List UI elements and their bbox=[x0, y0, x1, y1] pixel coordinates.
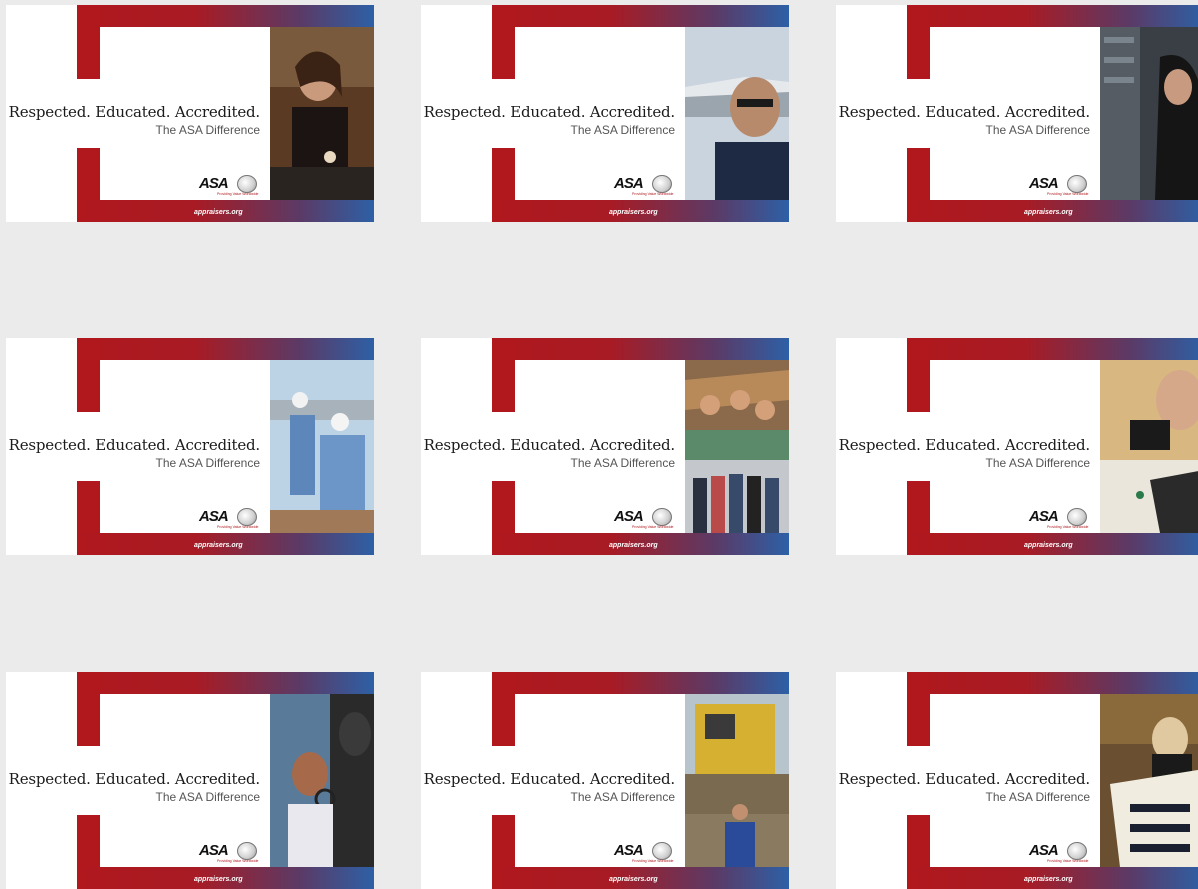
image-card-3[interactable]: Respected. Educated. Accredited. The ASA… bbox=[836, 5, 1198, 222]
logo-text: ASA bbox=[199, 842, 229, 859]
logo-tagline: Providing Value Worldwide bbox=[217, 859, 259, 863]
card-photo bbox=[270, 694, 374, 867]
frame-top-bar bbox=[492, 338, 789, 360]
card-url: appraisers.org bbox=[1024, 876, 1073, 883]
card-photo bbox=[1100, 27, 1198, 200]
asa-logo: ASA Providing Value Worldwide bbox=[1029, 842, 1091, 864]
logo-text: ASA bbox=[199, 175, 229, 192]
globe-icon bbox=[652, 175, 672, 193]
frame-top-bar bbox=[492, 5, 789, 27]
logo-text: ASA bbox=[199, 508, 229, 525]
logo-tagline: Providing Value Worldwide bbox=[1047, 859, 1089, 863]
globe-icon bbox=[652, 842, 672, 860]
frame-left-top-bar bbox=[77, 5, 100, 79]
frame-left-top-bar bbox=[77, 672, 100, 746]
frame-left-top-bar bbox=[77, 338, 100, 412]
card-photo bbox=[685, 694, 789, 867]
logo-tagline: Providing Value Worldwide bbox=[217, 192, 259, 196]
frame-left-top-bar bbox=[492, 672, 515, 746]
card-photo bbox=[685, 27, 789, 200]
frame-left-top-bar bbox=[907, 5, 930, 79]
logo-text: ASA bbox=[1029, 175, 1059, 192]
image-card-8[interactable]: Respected. Educated. Accredited. The ASA… bbox=[421, 672, 789, 889]
card-photo bbox=[685, 360, 789, 533]
card-subline: The ASA Difference bbox=[155, 456, 260, 470]
image-card-7[interactable]: Respected. Educated. Accredited. The ASA… bbox=[6, 672, 374, 889]
frame-top-bar bbox=[907, 5, 1198, 27]
logo-text: ASA bbox=[614, 175, 644, 192]
logo-tagline: Providing Value Worldwide bbox=[632, 525, 674, 529]
image-card-4[interactable]: Respected. Educated. Accredited. The ASA… bbox=[6, 338, 374, 555]
asa-logo: ASA Providing Value Worldwide bbox=[199, 175, 261, 197]
globe-icon bbox=[652, 508, 672, 526]
frame-top-bar bbox=[77, 338, 374, 360]
frame-top-bar bbox=[77, 5, 374, 27]
card-url: appraisers.org bbox=[194, 876, 243, 883]
frame-top-bar bbox=[907, 672, 1198, 694]
frame-top-bar bbox=[907, 338, 1198, 360]
card-tagline: Respected. Educated. Accredited. bbox=[8, 436, 261, 454]
asa-logo: ASA Providing Value Worldwide bbox=[614, 175, 676, 197]
globe-icon bbox=[237, 508, 257, 526]
card-photo bbox=[270, 27, 374, 200]
globe-icon bbox=[1067, 842, 1087, 860]
card-photo bbox=[270, 360, 374, 533]
card-tagline: Respected. Educated. Accredited. bbox=[8, 770, 261, 788]
logo-text: ASA bbox=[1029, 508, 1059, 525]
card-subline: The ASA Difference bbox=[570, 123, 675, 137]
card-subline: The ASA Difference bbox=[570, 790, 675, 804]
card-url: appraisers.org bbox=[194, 542, 243, 549]
globe-icon bbox=[1067, 508, 1087, 526]
logo-text: ASA bbox=[614, 842, 644, 859]
frame-left-top-bar bbox=[492, 338, 515, 412]
frame-left-top-bar bbox=[492, 5, 515, 79]
card-tagline: Respected. Educated. Accredited. bbox=[423, 436, 676, 454]
image-card-9[interactable]: Respected. Educated. Accredited. The ASA… bbox=[836, 672, 1198, 889]
card-tagline: Respected. Educated. Accredited. bbox=[8, 103, 261, 121]
globe-icon bbox=[237, 842, 257, 860]
asa-logo: ASA Providing Value Worldwide bbox=[199, 508, 261, 530]
globe-icon bbox=[237, 175, 257, 193]
card-photo bbox=[1100, 360, 1198, 533]
card-tagline: Respected. Educated. Accredited. bbox=[838, 770, 1091, 788]
asa-logo: ASA Providing Value Worldwide bbox=[1029, 175, 1091, 197]
card-url: appraisers.org bbox=[1024, 542, 1073, 549]
globe-icon bbox=[1067, 175, 1087, 193]
asa-logo: ASA Providing Value Worldwide bbox=[1029, 508, 1091, 530]
asa-logo: ASA Providing Value Worldwide bbox=[614, 508, 676, 530]
image-card-1[interactable]: Respected. Educated. Accredited. The ASA… bbox=[6, 5, 374, 222]
card-url: appraisers.org bbox=[609, 542, 658, 549]
card-subline: The ASA Difference bbox=[155, 790, 260, 804]
card-tagline: Respected. Educated. Accredited. bbox=[838, 103, 1091, 121]
card-photo bbox=[1100, 694, 1198, 867]
card-subline: The ASA Difference bbox=[985, 790, 1090, 804]
logo-tagline: Providing Value Worldwide bbox=[1047, 525, 1089, 529]
frame-left-top-bar bbox=[907, 672, 930, 746]
card-tagline: Respected. Educated. Accredited. bbox=[423, 103, 676, 121]
asa-logo: ASA Providing Value Worldwide bbox=[199, 842, 261, 864]
card-url: appraisers.org bbox=[609, 209, 658, 216]
card-subline: The ASA Difference bbox=[985, 123, 1090, 137]
card-subline: The ASA Difference bbox=[155, 123, 260, 137]
asa-logo: ASA Providing Value Worldwide bbox=[614, 842, 676, 864]
logo-tagline: Providing Value Worldwide bbox=[632, 192, 674, 196]
image-card-2[interactable]: Respected. Educated. Accredited. The ASA… bbox=[421, 5, 789, 222]
logo-text: ASA bbox=[614, 508, 644, 525]
logo-tagline: Providing Value Worldwide bbox=[632, 859, 674, 863]
card-url: appraisers.org bbox=[194, 209, 243, 216]
frame-left-top-bar bbox=[907, 338, 930, 412]
card-subline: The ASA Difference bbox=[570, 456, 675, 470]
card-subline: The ASA Difference bbox=[985, 456, 1090, 470]
card-url: appraisers.org bbox=[1024, 209, 1073, 216]
card-url: appraisers.org bbox=[609, 876, 658, 883]
image-card-6[interactable]: Respected. Educated. Accredited. The ASA… bbox=[836, 338, 1198, 555]
card-tagline: Respected. Educated. Accredited. bbox=[838, 436, 1091, 454]
logo-tagline: Providing Value Worldwide bbox=[217, 525, 259, 529]
frame-top-bar bbox=[492, 672, 789, 694]
logo-text: ASA bbox=[1029, 842, 1059, 859]
frame-top-bar bbox=[77, 672, 374, 694]
card-tagline: Respected. Educated. Accredited. bbox=[423, 770, 676, 788]
logo-tagline: Providing Value Worldwide bbox=[1047, 192, 1089, 196]
image-card-5[interactable]: Respected. Educated. Accredited. The ASA… bbox=[421, 338, 789, 555]
